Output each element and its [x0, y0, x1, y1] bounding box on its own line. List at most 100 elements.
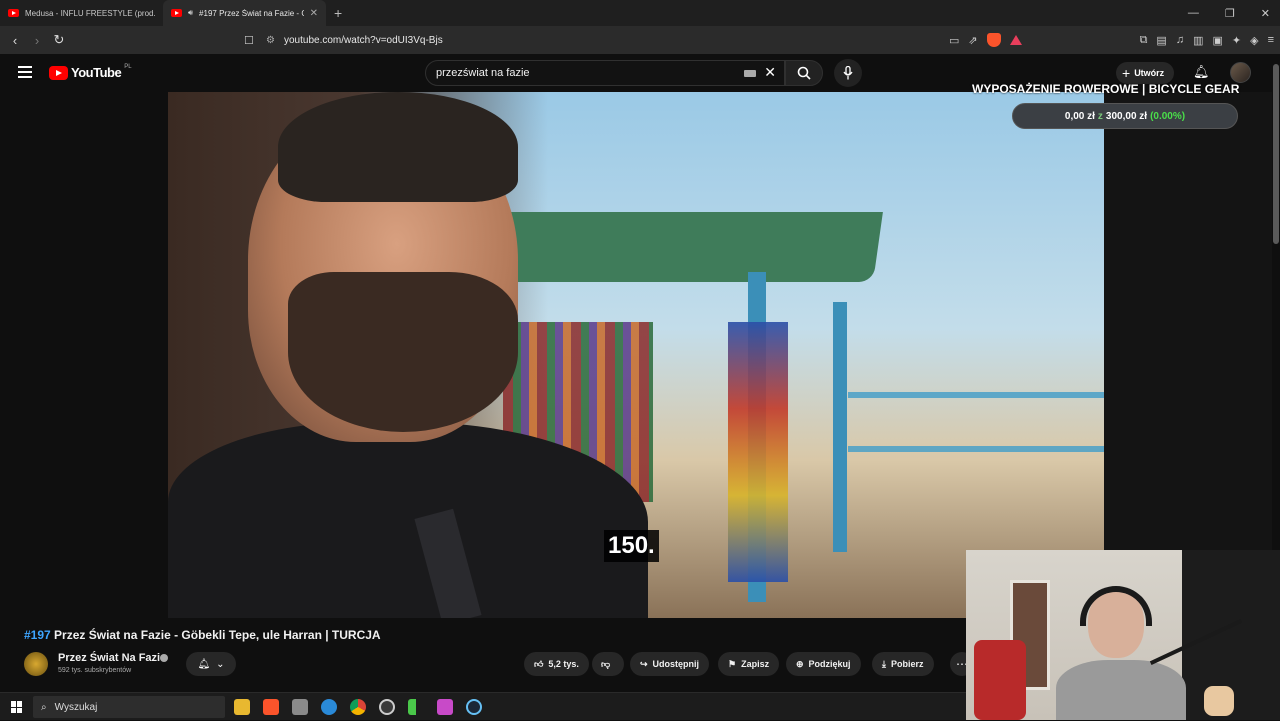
hamburger-menu-icon[interactable] [18, 66, 32, 78]
video-title: #197 Przez Świat na Fazie - Göbekli Tepe… [24, 628, 381, 642]
plus-icon: + [1122, 65, 1131, 81]
create-button[interactable]: + Utwórz [1116, 62, 1175, 84]
thanks-label: Podziękuj [808, 659, 851, 669]
save-button[interactable]: ⚑ Zapisz [718, 652, 780, 676]
thumbs-down-icon: 👎︎ [601, 658, 611, 669]
edge-icon[interactable] [321, 699, 337, 715]
video-title-text: Przez Świat na Fazie - Göbekli Tepe, ule… [54, 628, 381, 642]
voice-search-button[interactable] [834, 59, 862, 87]
download-label: Pobierz [890, 659, 924, 669]
browser-tab-medusa[interactable]: Medusa - INFLU FREESTYLE (prod. VE [0, 0, 163, 26]
brave-rewards-icon[interactable] [1009, 35, 1022, 45]
video-scene-pillar [833, 302, 847, 552]
window-controls: — ❐ ✕ [1188, 0, 1270, 26]
forward-icon[interactable]: › [26, 33, 48, 48]
goal-percent: (0.00%) [1150, 110, 1186, 122]
close-window-icon[interactable]: ✕ [1261, 7, 1270, 20]
microphone-icon [843, 66, 853, 80]
scrollbar-thumb[interactable] [1273, 64, 1279, 244]
site-info-icon[interactable]: ⚙ [266, 35, 284, 46]
windows-start-icon[interactable] [11, 701, 23, 713]
logo-text: YouTube [71, 65, 122, 80]
account-avatar[interactable] [1230, 62, 1251, 83]
search-button[interactable] [785, 60, 823, 86]
reading-list-icon[interactable]: ▤ [1156, 34, 1166, 47]
cat-sticker [1204, 686, 1234, 716]
chevron-down-icon: ⌄ [216, 658, 225, 670]
video-scene-person-body [168, 422, 648, 618]
wallet-icon[interactable]: ▣ [1212, 34, 1222, 47]
stream-goal-progress: 0,00 zł z 300,00 zł (0.00%) [1012, 103, 1238, 129]
tab-title: #197 Przez Świat na Fazie - G [199, 8, 304, 18]
taskbar-search-field[interactable]: ⌕ Wyszukaj [33, 696, 225, 718]
youtube-favicon-icon [171, 9, 182, 17]
back-icon[interactable]: ‹ [4, 33, 26, 48]
app-icon[interactable] [437, 699, 453, 715]
new-tab-icon[interactable]: + [334, 5, 342, 21]
app-icon[interactable] [292, 699, 308, 715]
video-scene-beard [288, 272, 518, 432]
steam-icon[interactable] [466, 699, 482, 715]
webcam-person-shirt [1056, 660, 1186, 720]
download-button[interactable]: ⤓ Pobierz [872, 652, 934, 676]
browser-tab-video[interactable]: 🔊︎ #197 Przez Świat na Fazie - G ✕ [163, 0, 326, 26]
save-icon: ⚑ [728, 658, 737, 669]
file-explorer-icon[interactable] [234, 699, 250, 715]
search-icon: ⌕ [41, 701, 47, 713]
search-input[interactable]: przezświat na fazie ✕ [425, 60, 785, 86]
music-icon[interactable]: ♫ [1176, 34, 1184, 46]
goal-current-amount: 0,00 zł [1064, 110, 1095, 122]
bookmark-icon[interactable]: ☐ [244, 34, 266, 47]
tab-title: Medusa - INFLU FREESTYLE (prod. VE [25, 8, 155, 18]
right-panel [1104, 92, 1272, 550]
browser-tab-strip: Medusa - INFLU FREESTYLE (prod. VE 🔊︎ #1… [0, 0, 1280, 26]
like-button[interactable]: 👍︎ 5,2 tys. [524, 652, 589, 676]
brave-browser-icon[interactable] [263, 699, 279, 715]
subscription-bell-button[interactable]: 🔔︎ ⌄ [186, 652, 236, 676]
menu-icon[interactable]: ≡ [1268, 34, 1274, 46]
extensions-icon[interactable]: ⧉ [1140, 34, 1148, 47]
keyboard-icon[interactable] [744, 70, 756, 77]
video-caption: 150. [604, 530, 659, 562]
channel-avatar[interactable] [24, 652, 48, 676]
notifications-bell-icon[interactable]: 🔔︎ [1193, 64, 1210, 80]
close-tab-icon[interactable]: ✕ [310, 8, 318, 19]
clear-search-icon[interactable]: ✕ [764, 64, 776, 81]
video-number-hashtag[interactable]: #197 [24, 628, 51, 642]
create-label: Utwórz [1134, 68, 1165, 78]
share-icon[interactable]: ⇗ [968, 34, 977, 47]
brave-shield-icon[interactable] [986, 33, 1001, 47]
webcam-chair [974, 640, 1026, 720]
minimize-icon[interactable]: — [1188, 7, 1199, 19]
url-field[interactable]: ☐ ⚙ youtube.com/watch?v=odUI3Vq-Bjs [244, 28, 994, 52]
share-arrow-icon: ↪ [640, 658, 648, 669]
channel-row: Przez Świat Na Fazie 592 tys. subskryben… [24, 650, 974, 680]
download-icon: ⤓ [882, 658, 886, 669]
region-code: PL [124, 63, 132, 70]
reload-icon[interactable]: ↻ [48, 32, 70, 48]
play-app-icon[interactable] [408, 699, 424, 715]
video-scene-fence [848, 392, 1104, 452]
thanks-button[interactable]: ⊕ Podziękuj [786, 652, 861, 676]
youtube-logo[interactable]: YouTube PL [49, 63, 132, 80]
headset-icon [1080, 586, 1152, 626]
video-scene-fabric [728, 322, 788, 582]
like-count: 5,2 tys. [548, 659, 579, 669]
bell-icon: 🔔︎ [197, 658, 211, 670]
streamer-webcam [966, 550, 1280, 720]
vpn-icon[interactable]: ◈ [1250, 34, 1258, 47]
dislike-button[interactable]: 👎︎ [592, 652, 624, 676]
speaker-icon[interactable]: 🔊︎ [188, 8, 193, 18]
chrome-icon[interactable] [350, 699, 366, 715]
toolbar-icons: ▭ ⇗ ⧉ ▤ ♫ ▥ ▣ ✦ ◈ ≡ [949, 26, 1274, 54]
leo-icon[interactable]: ✦ [1232, 34, 1241, 47]
restore-icon[interactable]: ❐ [1225, 7, 1235, 20]
cast-icon[interactable]: ▭ [949, 34, 959, 47]
sidebar-icon[interactable]: ▥ [1193, 34, 1203, 47]
youtube-favicon-icon [8, 9, 19, 17]
share-button[interactable]: ↪ Udostępnij [630, 652, 710, 676]
youtube-play-icon [49, 65, 68, 80]
obs-icon[interactable] [379, 699, 395, 715]
save-label: Zapisz [741, 659, 770, 669]
channel-name[interactable]: Przez Świat Na Fazie [58, 652, 166, 664]
